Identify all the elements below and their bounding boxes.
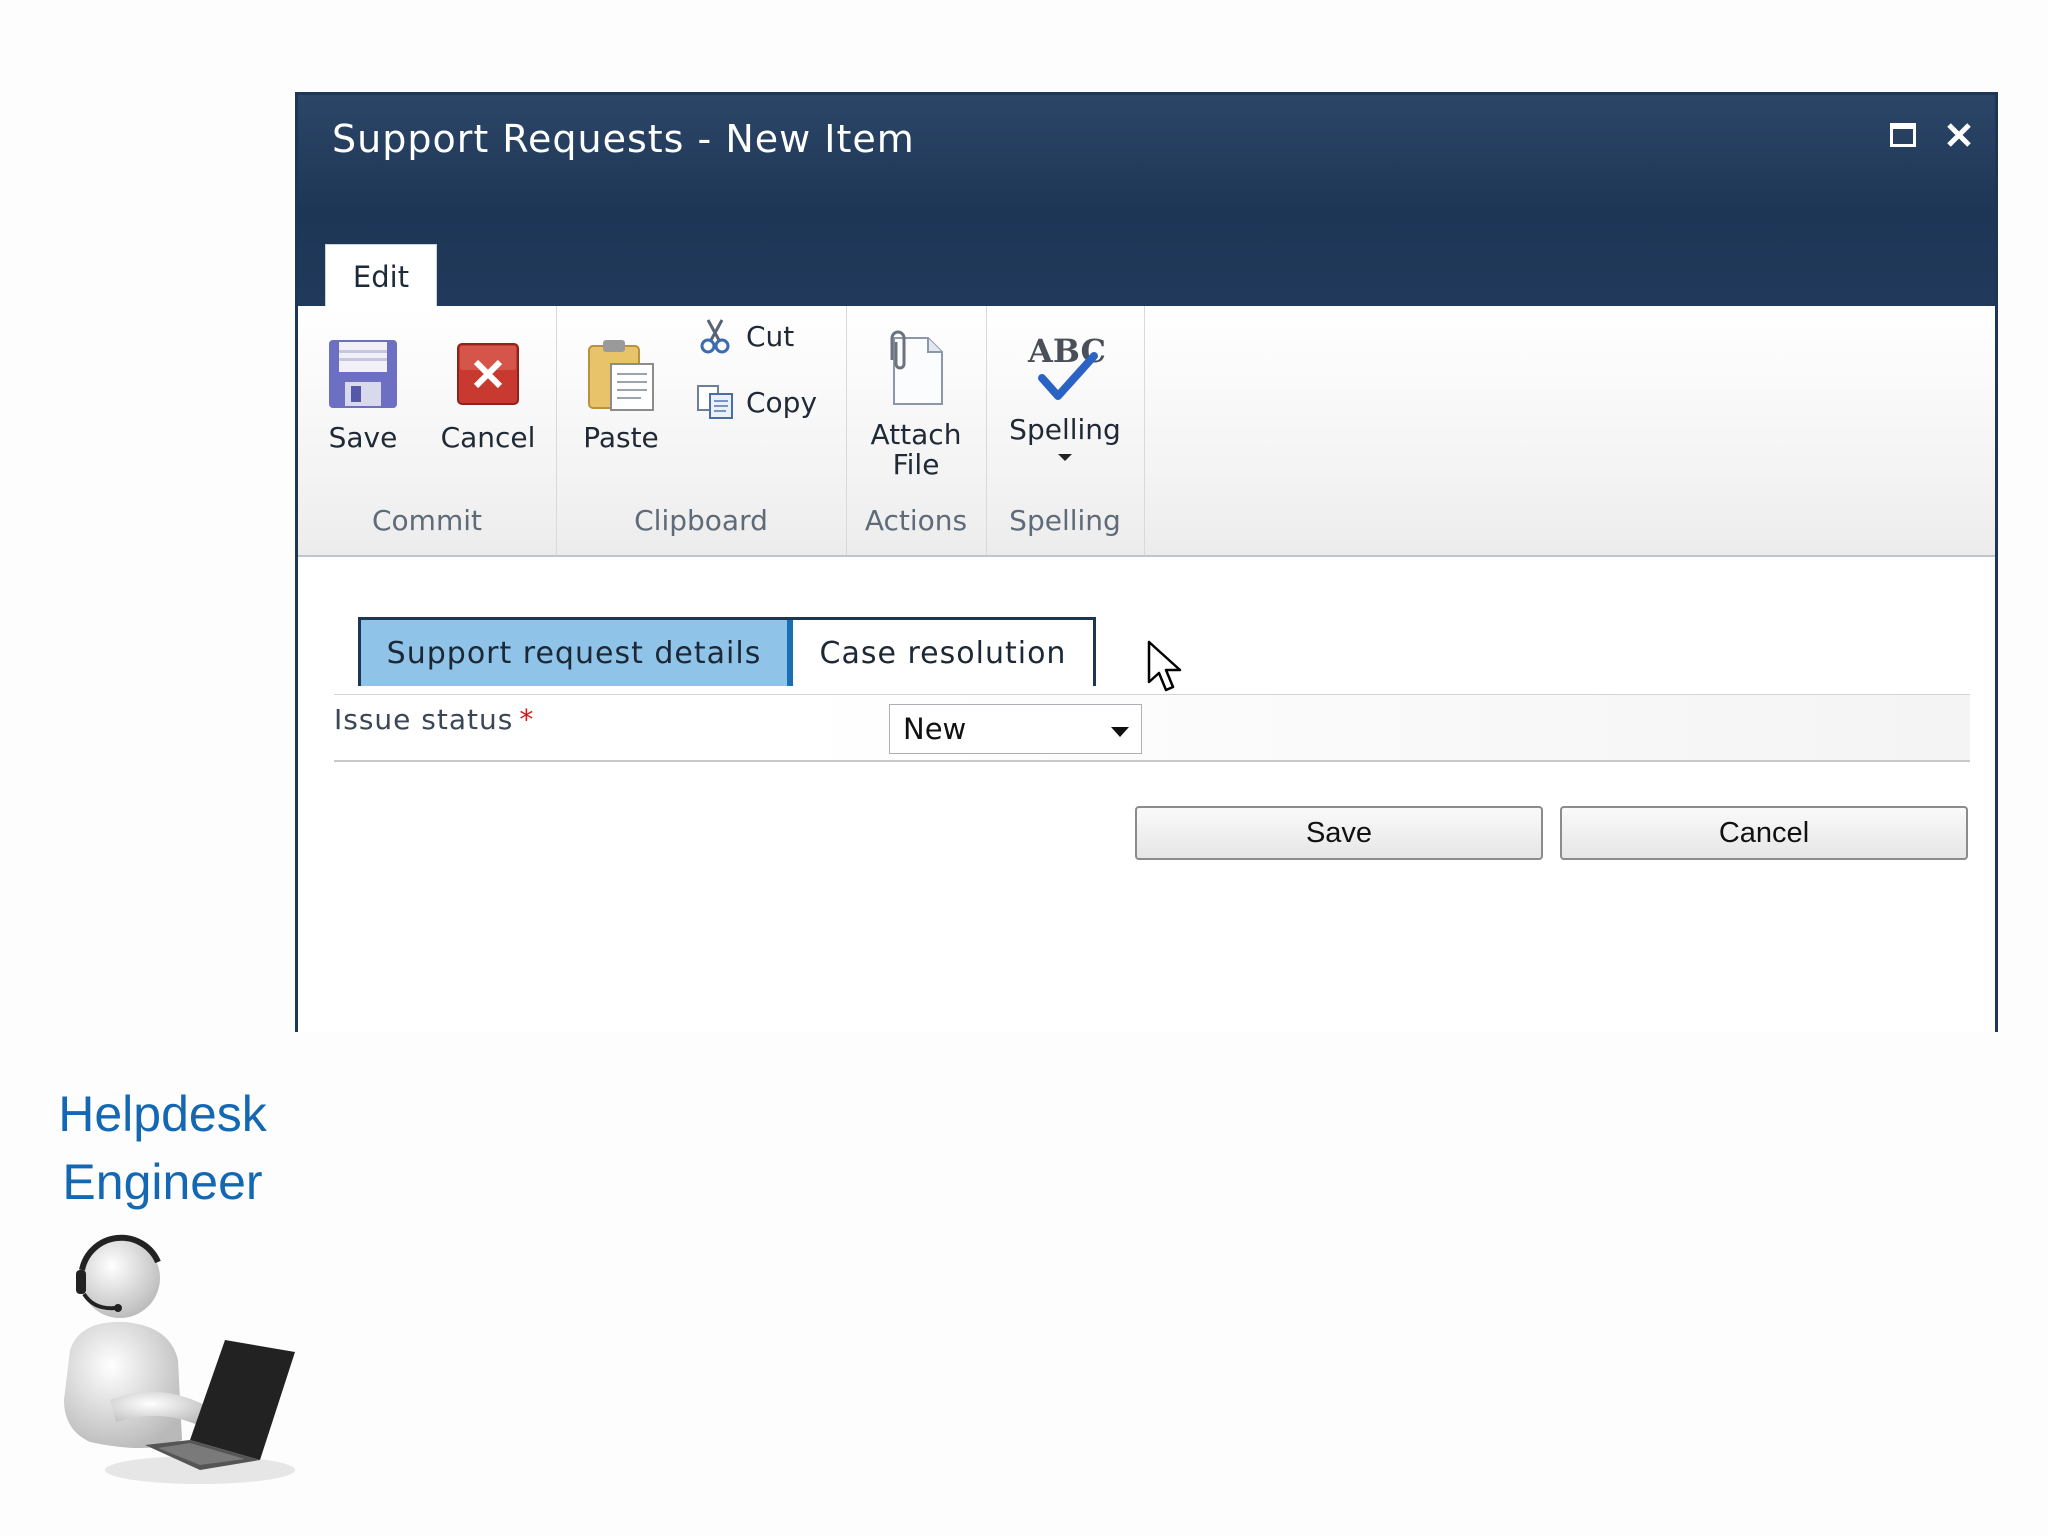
chevron-down-icon[interactable] xyxy=(1058,454,1072,461)
ribbon-paste-button[interactable]: Paste xyxy=(576,336,666,454)
ribbon-cancel-label: Cancel xyxy=(440,421,536,454)
form-tabs: Support request details Case resolution xyxy=(358,617,1096,686)
ribbon-copy-button[interactable]: Copy xyxy=(696,384,817,420)
group-label-clipboard: Clipboard xyxy=(634,504,768,537)
ribbon-cut-button[interactable]: Cut xyxy=(696,318,794,354)
ribbon-cancel-button[interactable]: Cancel xyxy=(433,336,543,454)
paste-icon xyxy=(583,336,659,412)
issue-status-select[interactable]: New xyxy=(889,704,1142,754)
tab-support-request-details[interactable]: Support request details xyxy=(361,620,793,686)
dialog-title-bar: Support Requests - New Item Edit xyxy=(298,95,1995,308)
helpdesk-person-icon xyxy=(50,1230,300,1494)
issue-status-value: New xyxy=(903,712,967,746)
spelling-icon: ABC xyxy=(1020,328,1110,404)
ribbon-paste-label: Paste xyxy=(583,421,659,454)
role-label: Helpdesk Engineer xyxy=(40,1080,285,1216)
ribbon-save-button[interactable]: Save xyxy=(318,336,408,454)
attach-label-line1: Attach xyxy=(870,418,962,451)
role-line2: Engineer xyxy=(62,1154,263,1210)
ribbon: Save Cancel Commit Paste Cut Copy Clipbo… xyxy=(298,306,1995,557)
cancel-button[interactable]: Cancel xyxy=(1560,806,1968,860)
cancel-icon xyxy=(450,336,526,412)
maximize-icon[interactable] xyxy=(1883,115,1923,155)
tab-case-resolution[interactable]: Case resolution xyxy=(793,620,1093,686)
copy-icon xyxy=(696,384,734,420)
form-content: Support request details Case resolution … xyxy=(298,557,1995,1032)
save-button[interactable]: Save xyxy=(1135,806,1543,860)
save-icon xyxy=(325,336,401,412)
ribbon-copy-label: Copy xyxy=(746,385,818,419)
role-line1: Helpdesk xyxy=(58,1086,267,1142)
issue-status-label: Issue status * xyxy=(334,703,534,736)
spelling-icon-text: ABC xyxy=(1027,332,1106,370)
dialog-title: Support Requests - New Item xyxy=(332,117,915,161)
cursor-icon xyxy=(1147,640,1187,698)
attach-file-icon xyxy=(878,330,954,406)
ribbon-save-label: Save xyxy=(328,421,398,454)
new-item-dialog: Support Requests - New Item Edit Save Ca… xyxy=(295,92,1998,1032)
ribbon-spelling-button[interactable]: ABC Spelling xyxy=(1000,328,1130,461)
ribbon-group-actions: Attach File Actions xyxy=(846,306,987,555)
ribbon-cut-label: Cut xyxy=(746,319,795,353)
close-icon[interactable] xyxy=(1939,115,1979,155)
issue-status-label-text: Issue status xyxy=(334,703,514,736)
required-mark: * xyxy=(519,703,535,736)
ribbon-group-commit: Save Cancel Commit xyxy=(298,306,557,555)
issue-status-row: Issue status * New xyxy=(334,694,1970,762)
cut-icon xyxy=(696,318,734,354)
ribbon-attach-file-button[interactable]: Attach File xyxy=(856,330,976,480)
group-label-commit: Commit xyxy=(372,504,482,537)
tab-edit[interactable]: Edit xyxy=(325,244,437,308)
ribbon-group-spelling: ABC Spelling Spelling xyxy=(986,306,1145,555)
group-label-spelling: Spelling xyxy=(1009,504,1121,537)
chevron-down-icon xyxy=(1111,727,1129,737)
ribbon-spelling-label: Spelling xyxy=(1009,413,1121,446)
attach-label-line2: File xyxy=(892,448,940,481)
ribbon-group-clipboard: Paste Cut Copy Clipboard xyxy=(556,306,847,555)
group-label-actions: Actions xyxy=(864,504,968,537)
